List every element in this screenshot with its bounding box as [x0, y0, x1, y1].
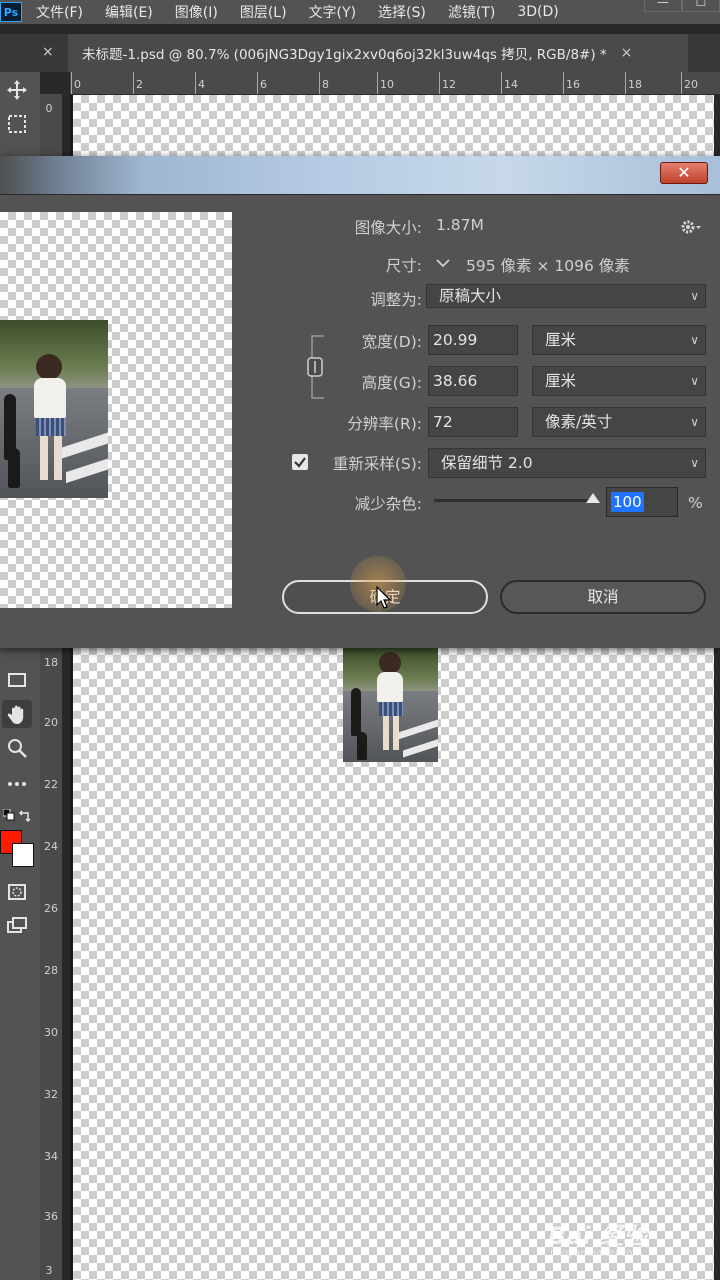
width-input[interactable]: 20.99: [428, 325, 518, 355]
height-input[interactable]: 38.66: [428, 366, 518, 396]
watermark-logo: Bai 经验: [548, 1222, 648, 1250]
move-tool-icon[interactable]: [2, 76, 32, 104]
watermark-url: jingyan.baidu.com: [550, 1248, 643, 1259]
dimensions-dropdown-icon[interactable]: [434, 254, 452, 272]
ruler-tick: 12: [439, 72, 456, 94]
swap-colors-icon[interactable]: [14, 802, 36, 830]
photoshop-logo: Ps: [0, 2, 22, 22]
menu-3d[interactable]: 3D(D): [503, 4, 566, 20]
chevron-down-icon: ∨: [690, 374, 699, 388]
ruler-tick: 10: [377, 72, 394, 94]
rectangle-tool-icon[interactable]: [2, 666, 32, 694]
tab-close-icon[interactable]: ×: [621, 45, 633, 61]
image-size-dialog: ✕ 图像大小: 1.87M 尺寸: 595 像素 × 1096 像素 调整为: …: [0, 156, 720, 648]
ruler-tick: 34: [44, 1150, 58, 1163]
image-size-label: 图像大小:: [354, 219, 422, 237]
dialog-titlebar[interactable]: [0, 156, 720, 195]
marquee-tool-icon[interactable]: [2, 110, 32, 138]
menu-filter[interactable]: 滤镜(T): [434, 2, 503, 22]
dimensions-value: 595 像素 × 1096 像素: [466, 257, 630, 275]
menu-edit[interactable]: 编辑(E): [91, 2, 161, 22]
menu-file[interactable]: 文件(F): [22, 2, 91, 22]
fit-to-value: 原稿大小: [439, 287, 502, 305]
reduce-noise-label: 减少杂色:: [354, 495, 422, 513]
menu-type[interactable]: 文字(Y): [295, 2, 364, 22]
chevron-down-icon: ∨: [690, 333, 699, 347]
menu-layer[interactable]: 图层(L): [226, 2, 295, 22]
minimize-button[interactable]: —: [644, 0, 682, 12]
ruler-tick: 26: [44, 902, 58, 915]
ruler-tick: 4: [195, 72, 205, 94]
width-label: 宽度(D):: [361, 333, 422, 351]
dialog-close-button[interactable]: ✕: [660, 162, 708, 184]
gear-icon[interactable]: [680, 218, 702, 240]
reduce-noise-input[interactable]: 100: [606, 487, 678, 517]
constrain-proportions-icon[interactable]: [306, 334, 324, 400]
height-label: 高度(G):: [361, 374, 422, 392]
ruler-tick: 6: [257, 72, 267, 94]
reduce-noise-slider[interactable]: [434, 499, 594, 502]
document-tab-title: 未标题-1.psd @ 80.7% (006jNG3Dgy1gix2xv0q6o…: [82, 47, 607, 63]
ruler-tick: 30: [44, 1026, 58, 1039]
dimensions-label: 尺寸:: [385, 257, 422, 275]
zoom-tool-icon[interactable]: [2, 734, 32, 762]
ruler-tick: 28: [44, 964, 58, 977]
height-unit-value: 厘米: [545, 372, 577, 390]
reduce-noise-unit: %: [688, 494, 703, 512]
mouse-cursor-icon: [376, 585, 392, 614]
menu-bar: Ps 文件(F) 编辑(E) 图像(I) 图层(L) 文字(Y) 选择(S) 滤…: [0, 0, 720, 24]
ruler-tick: 3: [45, 1264, 53, 1277]
canvas-photo-layer[interactable]: [343, 648, 438, 762]
cancel-button[interactable]: 取消: [500, 580, 706, 614]
ruler-tick: 22: [44, 778, 58, 791]
resolution-unit-value: 像素/英寸: [545, 413, 613, 431]
resolution-label: 分辨率(R):: [347, 415, 422, 433]
ruler-tick: 0: [45, 102, 53, 115]
ruler-tick: 2: [133, 72, 143, 94]
reduce-noise-slider-thumb[interactable]: [586, 493, 600, 503]
menu-image[interactable]: 图像(I): [161, 2, 226, 22]
width-unit-select[interactable]: 厘米 ∨: [532, 325, 706, 355]
hand-tool-icon[interactable]: [2, 700, 32, 728]
reduce-noise-value: 100: [611, 492, 644, 512]
ruler-tick: 32: [44, 1088, 58, 1101]
ruler-tick: 20: [681, 72, 698, 94]
document-tab[interactable]: 未标题-1.psd @ 80.7% (006jNG3Dgy1gix2xv0q6o…: [68, 34, 688, 72]
resample-label: 重新采样(S):: [332, 455, 422, 473]
ruler-tick: 14: [501, 72, 518, 94]
fit-to-select[interactable]: 原稿大小 ∨: [426, 284, 706, 308]
window-controls: — ☐: [644, 0, 720, 24]
ruler-tick: 8: [319, 72, 329, 94]
image-size-value: 1.87M: [436, 216, 484, 234]
resample-value: 保留细节 2.0: [441, 454, 533, 472]
chevron-down-icon: ∨: [690, 456, 699, 470]
document-tab-row: 未标题-1.psd @ 80.7% (006jNG3Dgy1gix2xv0q6o…: [0, 34, 720, 72]
ruler-tick: 36: [44, 1210, 58, 1223]
ruler-tick: 16: [563, 72, 580, 94]
quick-mask-icon[interactable]: [2, 878, 32, 906]
more-tools-icon[interactable]: [2, 770, 32, 798]
chevron-down-icon: ∨: [690, 289, 699, 303]
image-preview[interactable]: [0, 212, 232, 608]
background-color-swatch[interactable]: [12, 843, 34, 867]
ruler-tick: 18: [44, 656, 58, 669]
width-unit-value: 厘米: [545, 331, 577, 349]
resample-select[interactable]: 保留细节 2.0 ∨: [428, 448, 706, 478]
ruler-tick: 18: [625, 72, 642, 94]
resample-checkbox[interactable]: [292, 454, 308, 470]
ruler-tick: 24: [44, 840, 58, 853]
panel-close-icon[interactable]: ×: [42, 44, 54, 60]
horizontal-ruler: 0 2 4 6 8 10 12 14 16 18 20: [70, 72, 720, 95]
screen-mode-icon[interactable]: [2, 912, 32, 940]
maximize-button[interactable]: ☐: [682, 0, 720, 12]
resolution-unit-select[interactable]: 像素/英寸 ∨: [532, 407, 706, 437]
fit-to-label: 调整为:: [370, 291, 422, 309]
chevron-down-icon: ∨: [690, 415, 699, 429]
ruler-tick: 0: [71, 72, 81, 94]
preview-photo: [0, 320, 108, 498]
menu-select[interactable]: 选择(S): [364, 2, 434, 22]
height-unit-select[interactable]: 厘米 ∨: [532, 366, 706, 396]
ruler-tick: 20: [44, 716, 58, 729]
resolution-input[interactable]: 72: [428, 407, 518, 437]
